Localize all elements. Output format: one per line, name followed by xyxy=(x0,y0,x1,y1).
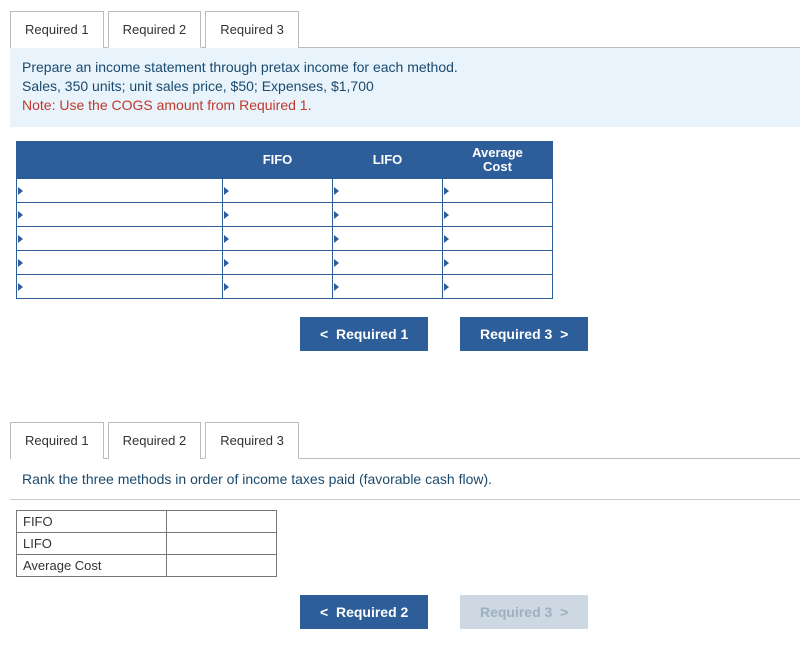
dropdown-icon xyxy=(18,235,23,243)
required-2-panel: Required 1 Required 2 Required 3 Prepare… xyxy=(10,10,800,351)
dropdown-icon xyxy=(224,259,229,267)
rank-label-average-cost: Average Cost xyxy=(17,555,167,577)
header-lifo: LIFO xyxy=(333,141,443,179)
dropdown-icon xyxy=(18,259,23,267)
rank-value-fifo[interactable] xyxy=(167,511,277,533)
rank-label-fifo: FIFO xyxy=(17,511,167,533)
chevron-left-icon: < xyxy=(320,604,328,620)
tabs-group-2: Required 1 Required 2 Required 3 xyxy=(10,10,800,48)
fifo-input[interactable] xyxy=(223,203,333,227)
lifo-input[interactable] xyxy=(333,227,443,251)
row-label-input[interactable] xyxy=(17,251,223,275)
avg-input[interactable] xyxy=(443,203,553,227)
dropdown-icon xyxy=(444,235,449,243)
nav-prev-label: Required 1 xyxy=(336,326,408,342)
nav-next-label: Required 3 xyxy=(480,604,552,620)
lifo-input[interactable] xyxy=(333,179,443,203)
dropdown-icon xyxy=(224,283,229,291)
dropdown-icon xyxy=(334,259,339,267)
tab-required-3[interactable]: Required 3 xyxy=(205,422,299,459)
instruction-note: Note: Use the COGS amount from Required … xyxy=(22,96,788,115)
avg-input[interactable] xyxy=(443,227,553,251)
table-row: Average Cost xyxy=(17,555,277,577)
dropdown-icon xyxy=(444,283,449,291)
tab-required-3[interactable]: Required 3 xyxy=(205,11,299,48)
chevron-right-icon: > xyxy=(560,604,568,620)
avg-input[interactable] xyxy=(443,251,553,275)
instruction-line-1: Prepare an income statement through pret… xyxy=(22,58,788,77)
dropdown-icon xyxy=(444,211,449,219)
nav-buttons-req3: < Required 2 Required 3 > xyxy=(10,595,800,629)
lifo-input[interactable] xyxy=(333,203,443,227)
chevron-left-icon: < xyxy=(320,326,328,342)
table-row xyxy=(17,275,553,299)
tab-required-1[interactable]: Required 1 xyxy=(10,422,104,459)
tab-required-2[interactable]: Required 2 xyxy=(108,11,202,48)
avg-input[interactable] xyxy=(443,179,553,203)
dropdown-icon xyxy=(224,211,229,219)
nav-prev-label: Required 2 xyxy=(336,604,408,620)
table-row: FIFO xyxy=(17,511,277,533)
header-average-cost: Average Cost xyxy=(443,141,553,179)
row-label-input[interactable] xyxy=(17,227,223,251)
next-required-3-button-disabled: Required 3 > xyxy=(460,595,588,629)
dropdown-icon xyxy=(334,211,339,219)
tab-required-1[interactable]: Required 1 xyxy=(10,11,104,48)
fifo-input[interactable] xyxy=(223,227,333,251)
prev-required-1-button[interactable]: < Required 1 xyxy=(300,317,428,351)
instructions-req2: Prepare an income statement through pret… xyxy=(10,48,800,127)
avg-input[interactable] xyxy=(443,275,553,299)
row-label-input[interactable] xyxy=(17,275,223,299)
table-row xyxy=(17,227,553,251)
dropdown-icon xyxy=(224,235,229,243)
dropdown-icon xyxy=(18,187,23,195)
fifo-input[interactable] xyxy=(223,179,333,203)
table-row xyxy=(17,179,553,203)
table-row: LIFO xyxy=(17,533,277,555)
nav-buttons-req2: < Required 1 Required 3 > xyxy=(10,317,800,351)
dropdown-icon xyxy=(444,187,449,195)
lifo-input[interactable] xyxy=(333,275,443,299)
chevron-right-icon: > xyxy=(560,326,568,342)
tabs-group-3: Required 1 Required 2 Required 3 xyxy=(10,421,800,459)
tab-required-2[interactable]: Required 2 xyxy=(108,422,202,459)
prev-required-2-button[interactable]: < Required 2 xyxy=(300,595,428,629)
row-label-input[interactable] xyxy=(17,203,223,227)
rank-table: FIFO LIFO Average Cost xyxy=(16,510,277,577)
dropdown-icon xyxy=(224,187,229,195)
dropdown-icon xyxy=(334,283,339,291)
rank-value-lifo[interactable] xyxy=(167,533,277,555)
required-3-panel: Required 1 Required 2 Required 3 Rank th… xyxy=(10,421,800,629)
row-label-input[interactable] xyxy=(17,179,223,203)
lifo-input[interactable] xyxy=(333,251,443,275)
income-statement-table: FIFO LIFO Average Cost xyxy=(16,141,553,300)
rank-label-lifo: LIFO xyxy=(17,533,167,555)
dropdown-icon xyxy=(18,283,23,291)
table-row xyxy=(17,251,553,275)
table-row xyxy=(17,203,553,227)
instruction-line-2: Sales, 350 units; unit sales price, $50;… xyxy=(22,77,788,96)
nav-next-label: Required 3 xyxy=(480,326,552,342)
instructions-req3: Rank the three methods in order of incom… xyxy=(10,459,800,500)
fifo-input[interactable] xyxy=(223,251,333,275)
rank-value-average-cost[interactable] xyxy=(167,555,277,577)
header-fifo: FIFO xyxy=(223,141,333,179)
next-required-3-button[interactable]: Required 3 > xyxy=(460,317,588,351)
dropdown-icon xyxy=(18,211,23,219)
header-blank xyxy=(17,141,223,179)
dropdown-icon xyxy=(334,187,339,195)
dropdown-icon xyxy=(334,235,339,243)
dropdown-icon xyxy=(444,259,449,267)
fifo-input[interactable] xyxy=(223,275,333,299)
